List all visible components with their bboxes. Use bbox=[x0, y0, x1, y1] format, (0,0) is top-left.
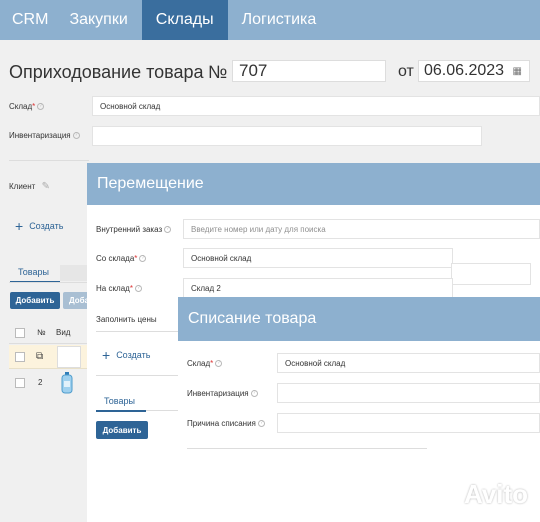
writeoff-inventory-field[interactable] bbox=[277, 383, 540, 403]
divider bbox=[96, 375, 181, 376]
document-number-input[interactable]: 707 bbox=[232, 60, 386, 82]
pencil-icon[interactable]: ✎ bbox=[42, 181, 50, 192]
image-placeholder bbox=[57, 346, 81, 368]
writeoff-dialog-header: Списание товара bbox=[178, 297, 540, 341]
help-icon[interactable]: ? bbox=[72, 132, 80, 140]
writeoff-reason-label: Причина списания? bbox=[187, 419, 265, 428]
inventory-label-text: Инвентаризация bbox=[9, 131, 71, 140]
required-asterisk: * bbox=[32, 102, 36, 111]
copy-icon[interactable]: ⧉ bbox=[36, 351, 43, 362]
nav-item-crm[interactable]: CRM bbox=[0, 0, 55, 40]
row-checkbox[interactable] bbox=[15, 378, 25, 388]
writeoff-reason-field[interactable] bbox=[277, 413, 540, 433]
create-label: Создать bbox=[29, 221, 64, 231]
create-label: Создать bbox=[116, 350, 151, 360]
tab-inactive-area bbox=[60, 265, 88, 281]
help-icon[interactable]: ? bbox=[257, 420, 265, 428]
to-warehouse-label: На склад*? bbox=[96, 284, 142, 293]
writeoff-warehouse-label-text: Склад bbox=[187, 359, 211, 368]
nav-item-purchases[interactable]: Закупки bbox=[55, 0, 141, 40]
row-checkbox[interactable] bbox=[15, 352, 25, 362]
client-label: Клиент ✎ bbox=[9, 181, 50, 192]
from-label-text: Со склада bbox=[96, 254, 135, 263]
goods-table-row-new: ⧉ bbox=[9, 345, 89, 369]
plus-icon: + bbox=[102, 347, 111, 363]
inventory-label: Инвентаризация? bbox=[9, 131, 80, 140]
add-goods-button[interactable]: Добавить bbox=[10, 292, 60, 309]
document-date-value: 06.06.2023 bbox=[424, 62, 505, 79]
transfer-create-link[interactable]: + Создать bbox=[102, 347, 150, 363]
writeoff-warehouse-field[interactable]: Основной склад bbox=[277, 353, 540, 373]
warehouse-label-text: Склад bbox=[9, 102, 33, 111]
divider bbox=[9, 160, 89, 161]
tabs-divider bbox=[9, 282, 89, 283]
avito-logo-icon bbox=[434, 481, 458, 507]
goods-table-header: № Вид bbox=[9, 324, 89, 344]
internal-order-input[interactable]: Введите номер или дату для поиска bbox=[183, 219, 540, 239]
required-asterisk: * bbox=[134, 254, 138, 263]
help-icon[interactable]: ? bbox=[139, 255, 147, 263]
date-prefix: от bbox=[398, 63, 414, 80]
column-num: № bbox=[37, 328, 46, 337]
tab-goods[interactable]: Товары bbox=[96, 396, 146, 412]
internal-order-label: Внутренний заказ? bbox=[96, 225, 172, 234]
to-label-text: На склад bbox=[96, 284, 130, 293]
internal-order-label-text: Внутренний заказ bbox=[96, 225, 163, 234]
page-title: Оприходование товара bbox=[9, 62, 204, 82]
help-icon[interactable]: ? bbox=[164, 226, 172, 234]
document-date-input[interactable]: 06.06.2023 ▦ bbox=[418, 60, 530, 82]
from-warehouse-label: Со склада*? bbox=[96, 254, 147, 263]
calendar-icon[interactable]: ▦ bbox=[513, 66, 522, 77]
plus-icon: + bbox=[15, 218, 24, 234]
writeoff-warehouse-label: Склад*? bbox=[187, 359, 223, 368]
avito-text: Avito bbox=[463, 479, 528, 509]
column-view: Вид bbox=[56, 328, 71, 337]
writeoff-inventory-label-text: Инвентаризация bbox=[187, 389, 249, 398]
transfer-add-button[interactable]: Добавить bbox=[96, 421, 148, 439]
writeoff-dialog-title: Списание товара bbox=[188, 310, 317, 327]
writeoff-reason-label-text: Причина списания bbox=[187, 419, 256, 428]
required-asterisk: * bbox=[129, 284, 133, 293]
to-warehouse-field[interactable]: Склад 2 bbox=[183, 278, 453, 298]
help-icon[interactable]: ? bbox=[250, 390, 258, 398]
field-extension bbox=[451, 263, 531, 285]
tabs-divider bbox=[146, 410, 182, 411]
warehouse-label: Склад*? bbox=[9, 102, 45, 111]
add-goods-button-2[interactable]: Доба bbox=[63, 292, 89, 309]
inventory-field[interactable] bbox=[92, 126, 482, 146]
client-label-text: Клиент bbox=[9, 182, 36, 191]
transfer-dialog-title: Перемещение bbox=[97, 175, 204, 192]
help-icon[interactable]: ? bbox=[215, 360, 223, 368]
help-icon[interactable]: ? bbox=[134, 285, 142, 293]
help-icon[interactable]: ? bbox=[37, 103, 45, 111]
fill-prices-label: Заполнить цены bbox=[96, 315, 157, 324]
nav-item-warehouses[interactable]: Склады bbox=[141, 0, 228, 40]
from-warehouse-field[interactable]: Основной склад bbox=[183, 248, 453, 268]
product-thumbnail bbox=[60, 372, 74, 394]
transfer-dialog-header: Перемещение bbox=[87, 163, 540, 205]
table-row: 2 bbox=[9, 370, 89, 396]
writeoff-inventory-label: Инвентаризация? bbox=[187, 389, 258, 398]
create-client-link[interactable]: + Создать bbox=[15, 218, 63, 234]
required-asterisk: * bbox=[210, 359, 214, 368]
row-number: 2 bbox=[38, 378, 43, 387]
water-bottle-icon bbox=[61, 372, 73, 394]
top-nav: CRM Закупки Склады Логистика bbox=[0, 0, 540, 40]
number-sign: № bbox=[208, 62, 228, 82]
warehouse-field[interactable]: Основной склад bbox=[92, 96, 540, 116]
select-all-checkbox[interactable] bbox=[15, 328, 25, 338]
nav-item-logistics[interactable]: Логистика bbox=[228, 0, 331, 40]
divider bbox=[96, 331, 181, 332]
divider bbox=[187, 448, 427, 449]
avito-watermark: Avito bbox=[431, 479, 528, 510]
tab-goods[interactable]: Товары bbox=[10, 267, 60, 283]
